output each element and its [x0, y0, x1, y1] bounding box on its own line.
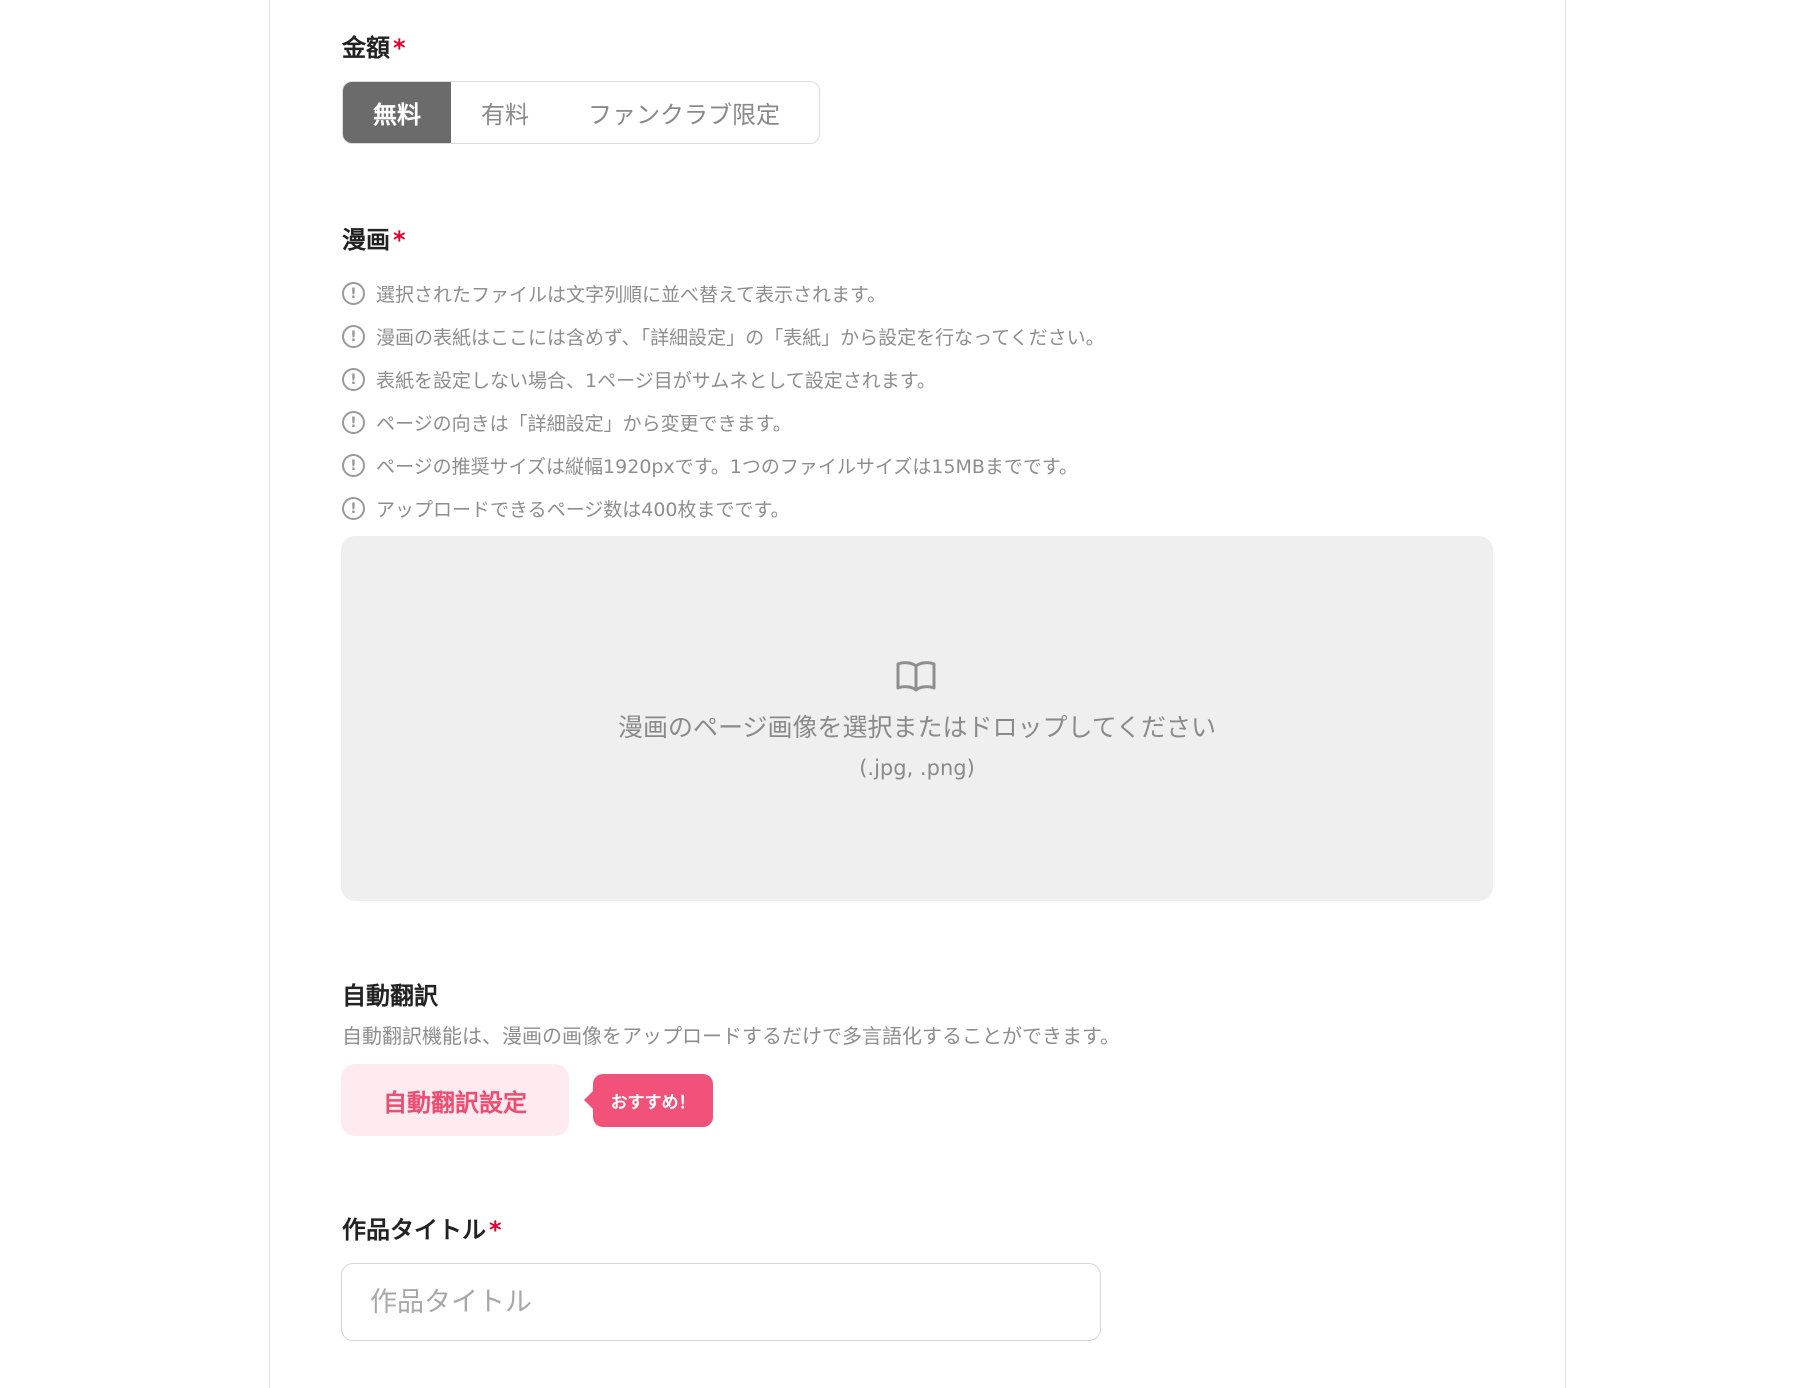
required-mark: * [393, 226, 406, 254]
manga-label-text: 漫画 [342, 226, 390, 254]
auto-translate-label: 自動翻訳 [342, 984, 438, 1008]
auto-translate-label-text: 自動翻訳 [342, 982, 438, 1010]
dropzone-formats: (.jpg, .png) [859, 756, 975, 780]
price-segmented-control: 無料 有料 ファンクラブ限定 [342, 81, 820, 144]
note-text: ページの推奨サイズは縦幅1920pxです。1つのファイルサイズは15MBまでです… [376, 456, 1079, 478]
page: 金額 * 無料 有料 ファンクラブ限定 漫画 * ! 選択されたファイルは文字列順に並… [0, 0, 1816, 1388]
manga-notes: ! 選択されたファイルは文字列順に並べ替えて表示されます。 ! 漫画の表紙はここには… [342, 272, 1105, 530]
exclamation-circle-icon: ! [342, 282, 365, 305]
note-text: ページの向きは「詳細設定」から変更できます。 [376, 413, 792, 435]
note-item: ! ページの推奨サイズは縦幅1920pxです。1つのファイルサイズは15MBまでで… [342, 444, 1105, 487]
required-mark: * [489, 1216, 502, 1244]
price-option-fanclub[interactable]: ファンクラブ限定 [559, 82, 819, 143]
note-text: 漫画の表紙はここには含めず、「詳細設定」の「表紙」から設定を行なってください。 [376, 327, 1105, 349]
auto-translate-description: 自動翻訳機能は、漫画の画像をアップロードするだけで多言語化することができます。 [342, 1024, 1120, 1048]
book-icon [896, 661, 936, 692]
required-mark: * [393, 34, 406, 62]
note-text: 表紙を設定しない場合、1ページ目がサムネとして設定されます。 [376, 370, 936, 392]
work-title-label: 作品タイトル * [342, 1218, 502, 1242]
dropzone-text: 漫画のページ画像を選択またはドロップしてください [617, 713, 1216, 742]
manga-upload-dropzone[interactable]: 漫画のページ画像を選択またはドロップしてください (.jpg, .png) [341, 536, 1493, 901]
note-item: ! 表紙を設定しない場合、1ページ目がサムネとして設定されます。 [342, 358, 1105, 401]
note-item: ! アップロードできるページ数は400枚までです。 [342, 487, 1105, 530]
note-text: アップロードできるページ数は400枚までです。 [376, 499, 790, 521]
note-item: ! 選択されたファイルは文字列順に並べ替えて表示されます。 [342, 272, 1105, 315]
work-title-label-text: 作品タイトル [342, 1216, 486, 1244]
exclamation-circle-icon: ! [342, 368, 365, 391]
manga-label: 漫画 * [342, 228, 406, 252]
exclamation-circle-icon: ! [342, 325, 365, 348]
price-label: 金額 * [342, 36, 406, 60]
price-label-text: 金額 [342, 34, 390, 62]
price-option-free[interactable]: 無料 [343, 82, 451, 143]
note-item: ! ページの向きは「詳細設定」から変更できます。 [342, 401, 1105, 444]
recommend-badge: おすすめ！ [584, 1074, 713, 1127]
exclamation-circle-icon: ! [342, 497, 365, 520]
work-title-input[interactable] [341, 1263, 1101, 1341]
price-option-paid[interactable]: 有料 [451, 82, 559, 143]
note-item: ! 漫画の表紙はここには含めず、「詳細設定」の「表紙」から設定を行なってください。 [342, 315, 1105, 358]
auto-translate-settings-button[interactable]: 自動翻訳設定 [341, 1064, 569, 1136]
note-text: 選択されたファイルは文字列順に並べ替えて表示されます。 [376, 284, 887, 306]
exclamation-circle-icon: ! [342, 454, 365, 477]
exclamation-circle-icon: ! [342, 411, 365, 434]
